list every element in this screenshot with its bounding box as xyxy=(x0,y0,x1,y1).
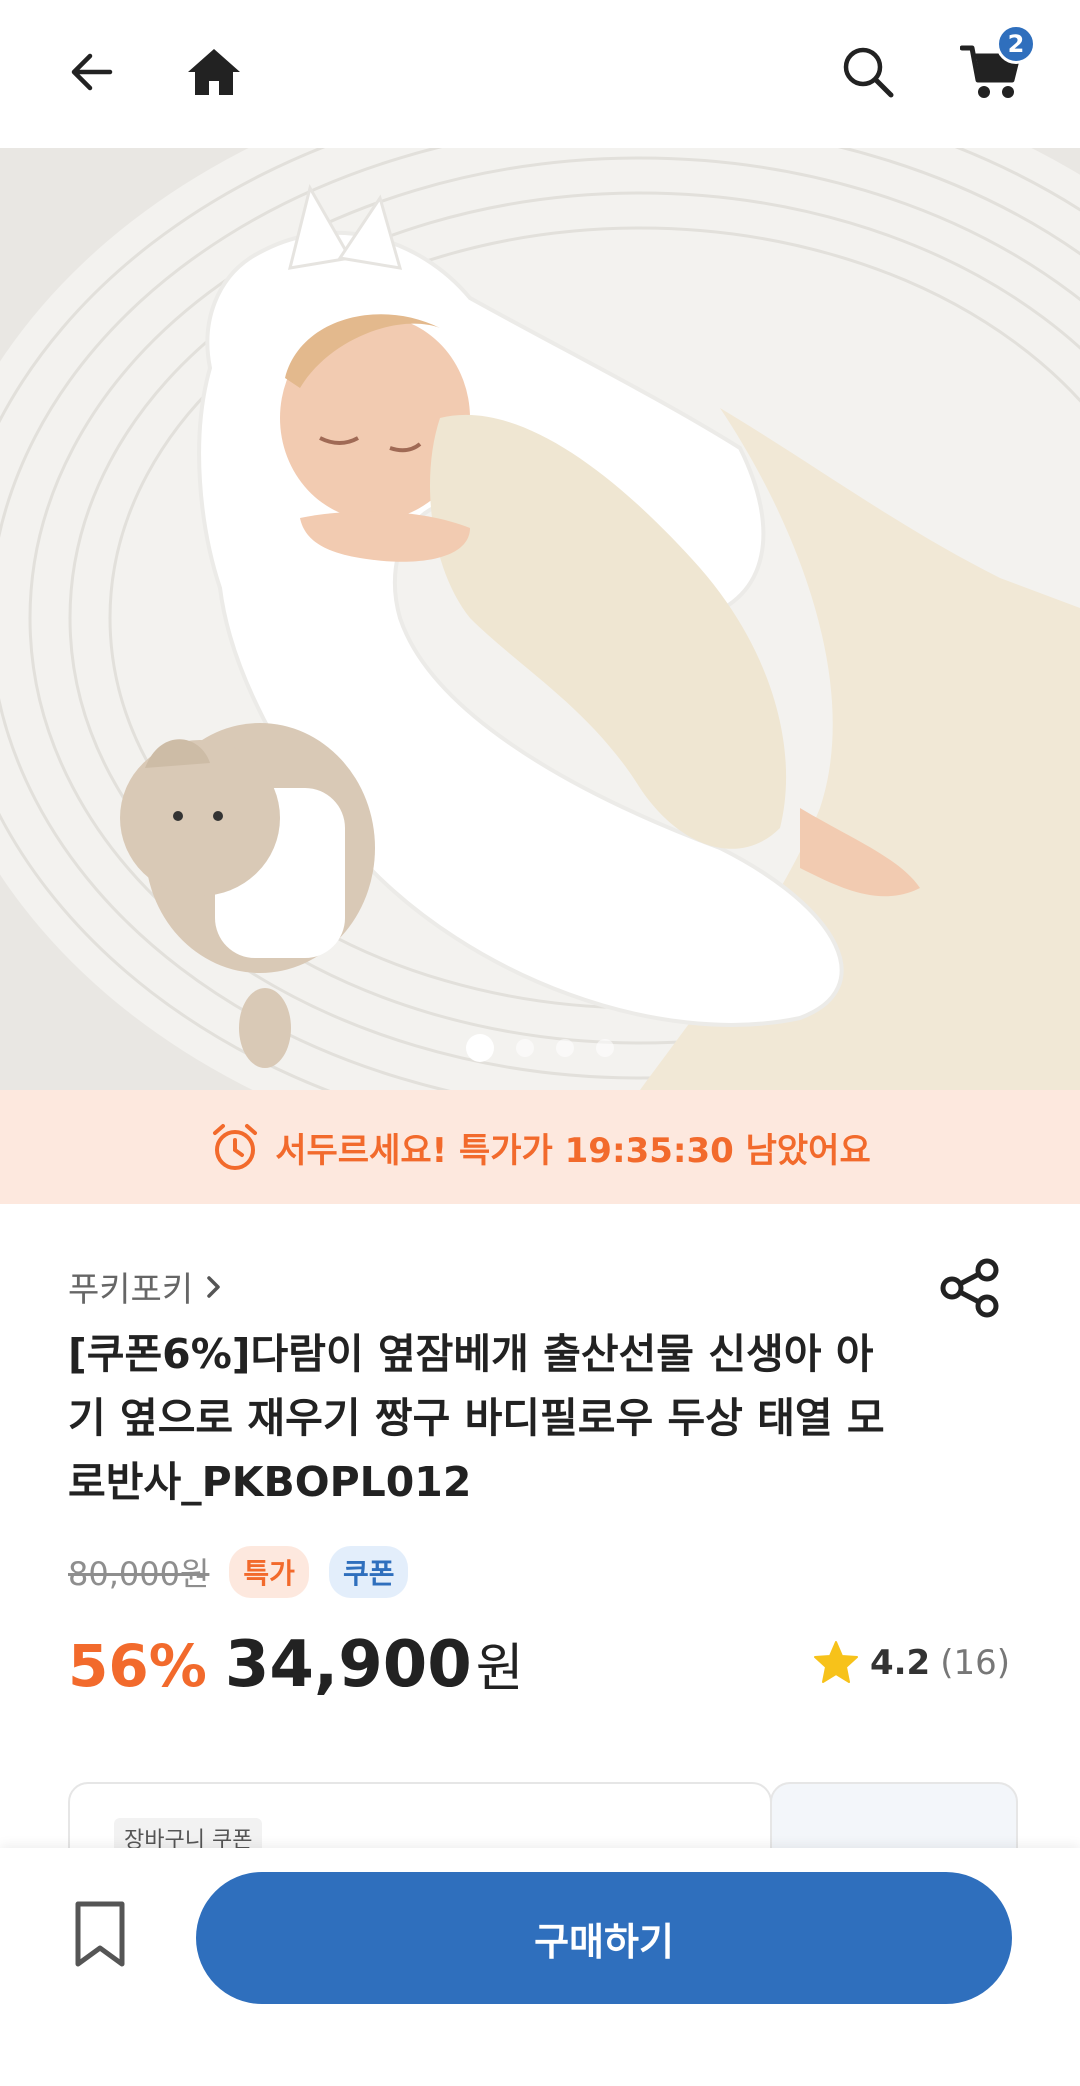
alarm-clock-icon xyxy=(213,1124,258,1170)
price-currency: 원 xyxy=(475,1639,524,1699)
home-button[interactable] xyxy=(178,36,250,108)
cart-button[interactable]: 2 xyxy=(950,24,1036,114)
review-count: (16) xyxy=(940,1643,1010,1683)
sale-timer-banner: 서두르세요! 특가가 19:35:30 남았어요 xyxy=(0,1090,1080,1204)
carousel-dot[interactable] xyxy=(556,1039,574,1057)
seller-name: 푸키포키 xyxy=(68,1270,194,1310)
product-image-carousel[interactable] xyxy=(0,148,1080,1090)
bottom-action-bar: 구매하기 xyxy=(0,1848,1080,2086)
timer-text: 서두르세요! 특가가 19:35:30 남았어요 xyxy=(275,1130,871,1171)
share-button[interactable] xyxy=(936,1254,1004,1322)
back-button[interactable] xyxy=(56,36,128,108)
product-title: [쿠폰6%]다람이 옆잠베개 출산선물 신생아 아기 옆으로 재우기 짱구 바디… xyxy=(68,1330,885,1506)
seller-link[interactable]: 푸키포키 xyxy=(68,1262,225,1311)
sale-price: 34,900 xyxy=(224,1628,472,1702)
arrow-left-icon xyxy=(71,53,113,91)
top-bar: 2 xyxy=(0,0,1080,150)
price-row: 56% 34,900 원 xyxy=(68,1626,524,1702)
carousel-dot[interactable] xyxy=(466,1034,494,1062)
product-photo xyxy=(0,148,1080,1090)
discount-rate: 56% xyxy=(68,1632,207,1700)
star-icon xyxy=(813,1641,858,1683)
carousel-indicator xyxy=(0,1034,1080,1062)
home-icon xyxy=(188,49,240,95)
search-button[interactable] xyxy=(830,34,906,110)
coupon-badge: 쿠폰 xyxy=(328,1546,409,1598)
special-sale-badge: 특가 xyxy=(229,1546,309,1598)
share-icon xyxy=(940,1258,999,1318)
cart-count-badge: 2 xyxy=(996,24,1036,64)
chevron-right-icon xyxy=(207,1275,220,1298)
carousel-dot[interactable] xyxy=(596,1039,614,1057)
original-price-row: 80,000원 특가 쿠폰 xyxy=(68,1546,409,1598)
original-price: 80,000원 xyxy=(68,1555,210,1593)
rating-value: 4.2 xyxy=(869,1643,931,1683)
rating-summary[interactable]: 4.2 (16) xyxy=(812,1640,1010,1686)
bookmark-icon xyxy=(75,1901,125,1967)
bookmark-button[interactable] xyxy=(62,1892,138,1976)
carousel-dot[interactable] xyxy=(516,1039,534,1057)
buy-button[interactable]: 구매하기 xyxy=(196,1872,1012,2004)
search-icon xyxy=(843,47,894,98)
